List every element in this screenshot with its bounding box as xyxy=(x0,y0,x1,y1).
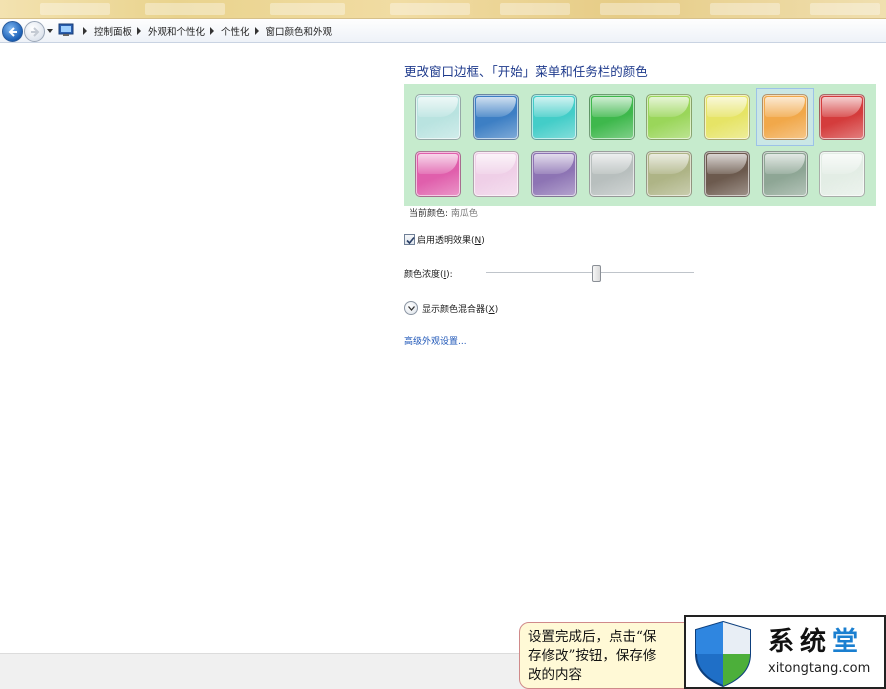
color-mixer-label: 显示颜色混合器(X) xyxy=(422,304,499,315)
logo-title: 系统堂 xyxy=(768,627,865,657)
callout-line: 存修改”按钮，保存修 xyxy=(528,648,657,664)
intensity-label: 颜色浓度(I): xyxy=(404,270,453,280)
forward-button[interactable] xyxy=(24,21,45,42)
callout-line: 改的内容 xyxy=(528,667,582,683)
forward-arrow-icon xyxy=(31,27,40,37)
breadcrumb-appearance[interactable]: 外观和个性化 xyxy=(148,24,205,38)
swatch-gloss xyxy=(418,154,458,174)
advanced-appearance-link[interactable]: 高级外观设置... xyxy=(404,334,467,347)
color-swatch-lightning[interactable] xyxy=(704,94,750,140)
swatch-gloss xyxy=(534,97,574,117)
color-swatch-leaf[interactable] xyxy=(589,94,635,140)
swatch-gloss xyxy=(649,154,689,174)
page-title: 更改窗口边框、「开始」菜单和任务栏的颜色 xyxy=(404,64,648,79)
color-swatch-fuchsia[interactable] xyxy=(415,151,461,197)
blurred-tab xyxy=(270,3,345,15)
swatch-gloss xyxy=(592,97,632,117)
address-bar: 控制面板 外观和个性化 个性化 窗口颜色和外观 xyxy=(0,19,886,43)
chevron-right-icon[interactable] xyxy=(209,27,215,35)
shield-logo-icon xyxy=(695,620,751,688)
blurred-tab xyxy=(500,3,570,15)
color-swatch-frost[interactable] xyxy=(819,151,865,197)
chevron-down-icon xyxy=(408,306,415,311)
swatch-gloss xyxy=(822,97,862,117)
color-swatch-ruby[interactable] xyxy=(819,94,865,140)
color-swatch-pumpkin[interactable] xyxy=(762,94,808,140)
control-panel-icon xyxy=(58,23,74,36)
blurred-tab xyxy=(710,3,780,15)
color-swatch-violet[interactable] xyxy=(531,151,577,197)
intensity-slider-thumb[interactable] xyxy=(591,265,601,282)
recent-pages-dropdown-icon[interactable] xyxy=(46,27,54,35)
chevron-right-icon[interactable] xyxy=(254,27,260,35)
color-swatch-slate[interactable] xyxy=(762,151,808,197)
back-button[interactable] xyxy=(2,21,23,42)
instruction-callout: 设置完成后，点击“保 存修改”按钮，保存修 改的内容 xyxy=(519,622,699,689)
swatch-gloss xyxy=(765,154,805,174)
breadcrumb-control-panel[interactable]: 控制面板 xyxy=(94,24,132,38)
intensity-slider-track[interactable] xyxy=(486,272,694,274)
logo-url: xitongtang.com xyxy=(768,661,871,676)
color-mixer-toggle[interactable]: 显示颜色混合器(X) xyxy=(404,301,498,315)
blurred-tab xyxy=(390,3,470,15)
checkmark-icon xyxy=(406,236,415,245)
color-swatch-chocolate[interactable] xyxy=(704,151,750,197)
background-taskbar-strip xyxy=(0,0,886,19)
swatch-gloss xyxy=(418,97,458,117)
blurred-tab xyxy=(40,3,110,15)
swatch-gloss xyxy=(476,97,516,117)
breadcrumb-window-color[interactable]: 窗口颜色和外观 xyxy=(266,24,333,38)
transparency-checkbox[interactable] xyxy=(404,234,415,245)
callout-line: 设置完成后，点击“保 xyxy=(528,629,657,645)
swatch-gloss xyxy=(649,97,689,117)
color-swatch-twilight[interactable] xyxy=(473,94,519,140)
site-logo: 系统堂 xitongtang.com xyxy=(684,615,886,689)
color-swatch-lime[interactable] xyxy=(646,94,692,140)
swatch-gloss xyxy=(592,154,632,174)
blurred-tab xyxy=(810,3,880,15)
transparency-option[interactable]: 启用透明效果(N) xyxy=(404,233,485,246)
swatch-gloss xyxy=(476,154,516,174)
swatch-gloss xyxy=(707,154,747,174)
color-swatch-lavender[interactable] xyxy=(589,151,635,197)
current-color-text: 当前颜色: 南瓜色 xyxy=(409,206,478,219)
transparency-label: 启用透明效果(N) xyxy=(417,236,485,246)
color-swatch-panel xyxy=(404,84,876,206)
back-arrow-icon xyxy=(8,27,17,37)
breadcrumb: 控制面板 外观和个性化 个性化 窗口颜色和外观 xyxy=(78,24,332,38)
swatch-gloss xyxy=(765,97,805,117)
current-color-label: 当前颜色: xyxy=(409,209,449,219)
swatch-gloss xyxy=(707,97,747,117)
chevron-right-icon[interactable] xyxy=(82,27,88,35)
color-swatch-blush[interactable] xyxy=(473,151,519,197)
blurred-tab xyxy=(145,3,225,15)
expand-mixer-button[interactable] xyxy=(404,301,418,315)
chevron-right-icon[interactable] xyxy=(136,27,142,35)
swatch-gloss xyxy=(822,154,862,174)
blurred-tab xyxy=(600,3,680,15)
current-color-value: 南瓜色 xyxy=(450,209,478,219)
swatch-gloss xyxy=(534,154,574,174)
color-swatch-sky[interactable] xyxy=(415,94,461,140)
breadcrumb-personalization[interactable]: 个性化 xyxy=(221,24,250,38)
color-swatch-sea[interactable] xyxy=(531,94,577,140)
color-swatch-taupe[interactable] xyxy=(646,151,692,197)
